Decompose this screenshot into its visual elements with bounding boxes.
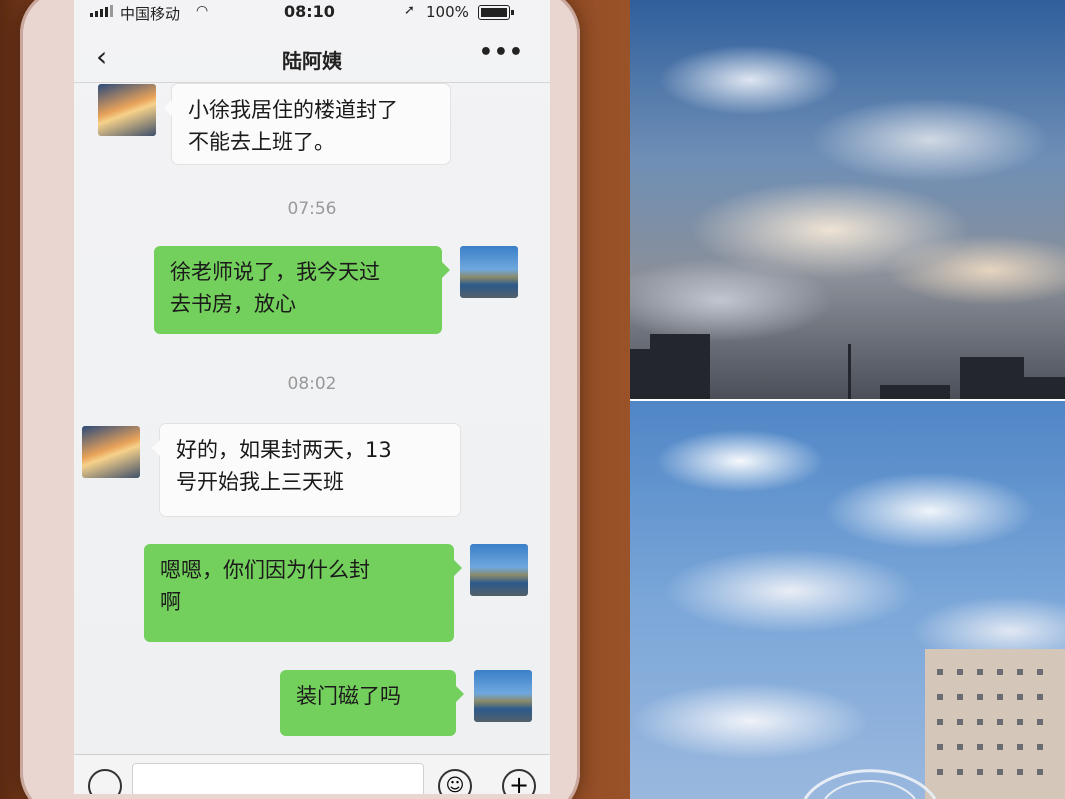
apartment-tower (925, 649, 1065, 799)
self-avatar[interactable] (474, 670, 532, 722)
ferris-wheel-arc (803, 769, 937, 799)
wifi-icon: ◠ (196, 3, 209, 19)
contact-avatar[interactable] (82, 426, 140, 478)
message-text: 去书房，放心 (170, 292, 296, 316)
message-bubble-outgoing[interactable]: 嗯嗯，你们因为什么封 啊 (144, 544, 462, 642)
message-text: 嗯嗯，你们因为什么封 (160, 558, 370, 582)
message-bubble-incoming[interactable]: 小徐我居住的楼道封了 不能去上班了。 (164, 84, 450, 164)
message-input[interactable] (132, 763, 424, 794)
timestamp: 08:02 (287, 374, 337, 394)
more-dots-icon[interactable]: ••• (479, 40, 524, 65)
input-bar: ☺ + (74, 754, 550, 794)
self-avatar[interactable] (460, 246, 518, 298)
message-text: 装门磁了吗 (296, 684, 401, 708)
street-lamp (848, 344, 851, 399)
self-avatar[interactable] (470, 544, 528, 596)
message-text: 号开始我上三天班 (176, 470, 344, 494)
chat-screen: 中国移动 ◠ 08:10 ➚ 100% ‹ 陆阿姨 ••• 小徐我居住的楼道封了… (74, 0, 550, 794)
sky-photo-day (630, 401, 1065, 799)
phone-photo: 中国移动 ◠ 08:10 ➚ 100% ‹ 陆阿姨 ••• 小徐我居住的楼道封了… (0, 0, 630, 799)
message-bubble-outgoing[interactable]: 徐老师说了，我今天过 去书房，放心 (154, 246, 450, 334)
message-bubble-incoming[interactable]: 好的，如果封两天，13 号开始我上三天班 (152, 424, 460, 516)
message-text: 好的，如果封两天，13 (176, 438, 392, 462)
carrier-label: 中国移动 (120, 5, 181, 23)
message-text: 啊 (160, 590, 181, 614)
building-silhouette (960, 357, 1024, 399)
contact-avatar[interactable] (98, 84, 156, 136)
voice-icon[interactable] (88, 769, 122, 794)
timestamp: 07:56 (287, 199, 337, 219)
battery-icon (478, 5, 514, 20)
building-silhouette (630, 349, 652, 399)
status-bar: 中国移动 ◠ 08:10 ➚ 100% (74, 0, 550, 30)
building-silhouette (880, 385, 950, 399)
message-bubble-outgoing[interactable]: 装门磁了吗 (280, 670, 464, 736)
building-silhouette (1020, 377, 1065, 399)
emoji-icon[interactable]: ☺ (438, 769, 472, 794)
location-icon: ➚ (404, 3, 415, 18)
building-silhouette (650, 334, 710, 399)
message-text: 徐老师说了，我今天过 (170, 260, 380, 284)
signal-icon (90, 5, 113, 17)
sky-photo-dusk (630, 0, 1065, 399)
message-text: 小徐我居住的楼道封了 (188, 98, 398, 122)
message-text: 不能去上班了。 (188, 130, 335, 154)
plus-icon[interactable]: + (502, 769, 536, 794)
battery-percent: 100% (426, 3, 469, 21)
status-time: 08:10 (284, 2, 335, 21)
phone-frame: 中国移动 ◠ 08:10 ➚ 100% ‹ 陆阿姨 ••• 小徐我居住的楼道封了… (20, 0, 580, 799)
chat-nav-bar: ‹ 陆阿姨 ••• (74, 30, 550, 83)
